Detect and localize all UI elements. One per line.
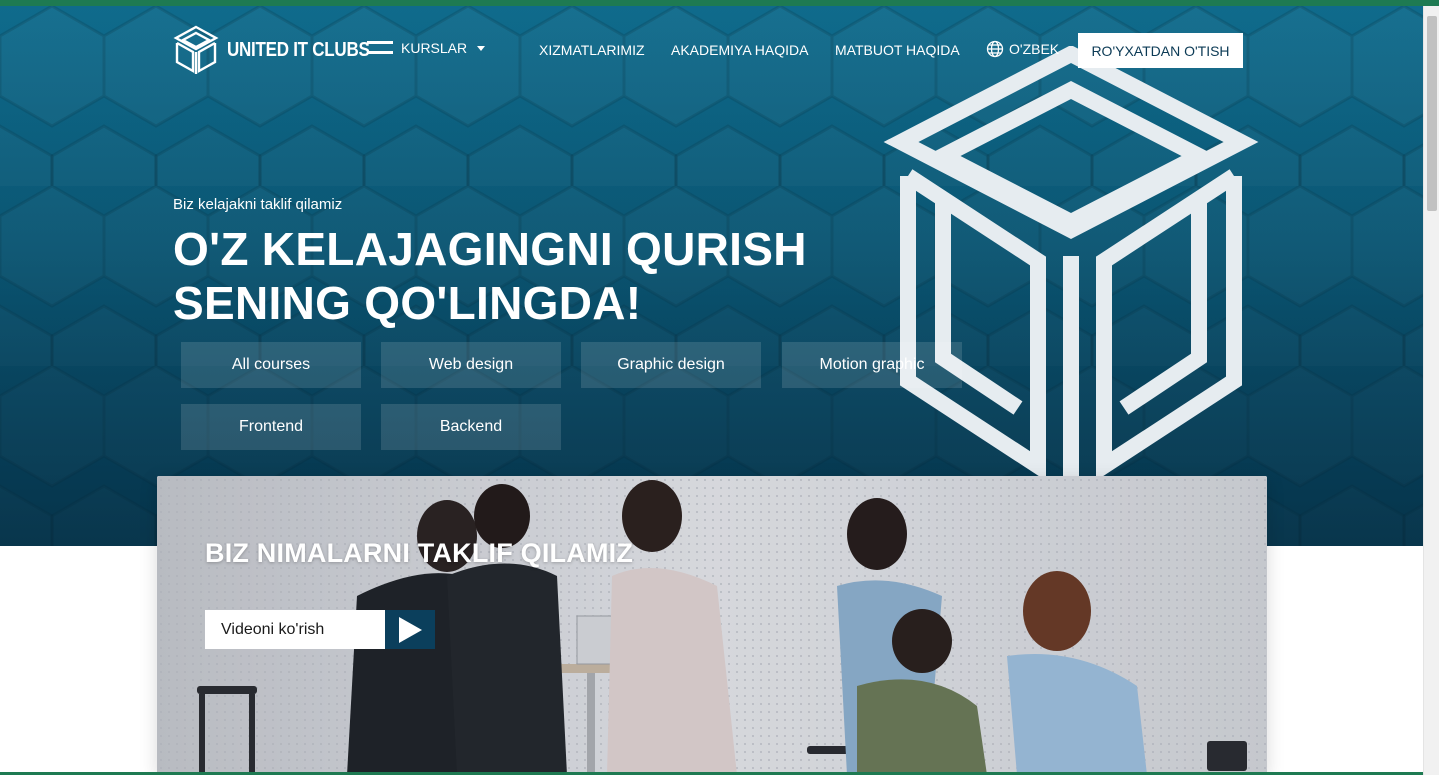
category-motion-graphic[interactable]: Motion graphic [782, 342, 962, 388]
hamburger-icon [367, 41, 393, 55]
register-button[interactable]: RO'YXATDAN O'TISH [1078, 33, 1243, 68]
category-web-design[interactable]: Web design [381, 342, 561, 388]
watch-video-label: Videoni ko'rish [205, 610, 385, 649]
category-all-courses[interactable]: All courses [181, 342, 361, 388]
watch-video-button[interactable]: Videoni ko'rish [205, 610, 435, 649]
category-backend[interactable]: Backend [381, 404, 561, 450]
play-icon [385, 610, 435, 649]
brand-logo[interactable]: UNITED IT CLUBS [173, 25, 395, 75]
offer-video-card: BIZ NIMALARNI TAKLIF QILAMIZ Videoni ko'… [157, 476, 1267, 775]
nav-press[interactable]: MATBUOT HAQIDA [835, 42, 960, 58]
nav-about-academy[interactable]: AKADEMIYA HAQIDA [671, 42, 808, 58]
nav-services[interactable]: XIZMATLARIMIZ [539, 42, 645, 58]
cube-logo-icon [173, 25, 219, 74]
globe-icon [986, 40, 1004, 58]
hero-headline: O'Z KELAJAGINGNI QURISH SENING QO'LINGDA… [173, 222, 807, 330]
category-graphic-design[interactable]: Graphic design [581, 342, 761, 388]
hero-tagline: Biz kelajakni taklif qilamiz [173, 196, 343, 213]
brand-name: UNITED IT CLUBS [227, 38, 370, 61]
hero-headline-line1: O'Z KELAJAGINGNI QURISH [173, 223, 807, 275]
language-selector[interactable]: O'ZBEK [986, 40, 1059, 58]
page-scrollbar[interactable] [1423, 6, 1439, 775]
caret-down-icon [477, 45, 486, 51]
hero-section: UNITED IT CLUBS KURSLAR XIZMATLARIMIZ AK… [0, 6, 1423, 546]
courses-menu-label: KURSLAR [401, 40, 468, 56]
hero-headline-line2: SENING QO'LINGDA! [173, 277, 642, 329]
courses-menu-button[interactable]: KURSLAR [367, 40, 486, 56]
language-label: O'ZBEK [1009, 41, 1060, 57]
cube-logo-graphic [883, 46, 1259, 481]
offer-title: BIZ NIMALARNI TAKLIF QILAMIZ [205, 538, 634, 568]
scrollbar-thumb[interactable] [1427, 16, 1437, 211]
category-frontend[interactable]: Frontend [181, 404, 361, 450]
